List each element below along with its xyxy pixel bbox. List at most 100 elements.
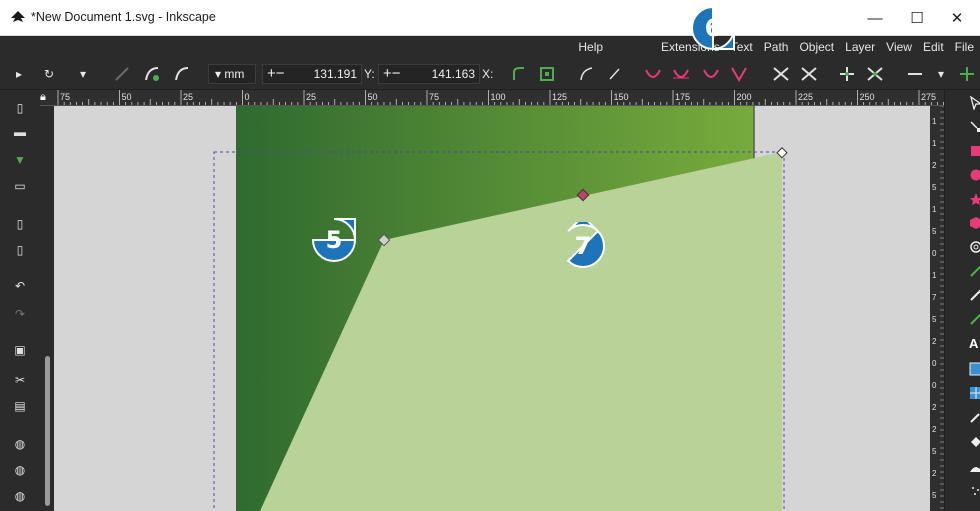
gradient-icon[interactable] (969, 362, 980, 376)
vertical-ruler-label: 2 (932, 337, 937, 346)
menu-bar: File Edit View Layer Object Path Text Ex… (0, 36, 980, 58)
unit-select[interactable]: ▾ mm (208, 64, 256, 84)
y-label: Y: (364, 67, 375, 81)
spiral-icon[interactable] (969, 240, 980, 254)
ruler-lock-icon[interactable]: 🔒︎ (40, 91, 52, 105)
vertical-ruler-label: 5 (932, 315, 937, 324)
vertical-ruler-label: 2 (932, 469, 937, 478)
import-icon[interactable]: ▯ (12, 216, 28, 232)
ruler-label: 100 (491, 92, 506, 102)
tweak-icon[interactable] (969, 460, 980, 474)
join-segment-icon[interactable] (904, 64, 926, 84)
calligraphy-icon[interactable] (969, 312, 980, 326)
menu-help[interactable]: Help (574, 36, 607, 58)
ruler-label: 50 (368, 92, 378, 102)
box3d-icon[interactable] (969, 216, 980, 230)
y-stepper-icon[interactable]: +− (267, 65, 285, 82)
y-value: 131.191 (313, 67, 357, 81)
text-icon[interactable]: A (969, 336, 980, 351)
vertical-scrollbar[interactable] (42, 106, 54, 511)
ruler-label: 200 (737, 92, 752, 102)
expand-icon[interactable]: ▸ (8, 64, 30, 84)
cut-icon[interactable]: ✂ (12, 372, 28, 388)
node-join-icon[interactable] (142, 64, 164, 84)
menu-object[interactable]: Object (795, 36, 838, 58)
ruler-label: 75 (60, 92, 70, 102)
ruler-label: 25 (183, 92, 193, 102)
menu-view[interactable]: View (882, 36, 916, 58)
zoom-page-icon[interactable]: ◍ (12, 488, 28, 504)
save-icon[interactable]: ▼ (12, 152, 28, 168)
stroke-to-path-icon[interactable] (536, 64, 558, 84)
zoom-selection-icon[interactable]: ◍ (12, 436, 28, 452)
ruler-label: 50 (122, 92, 132, 102)
callout-6-number: 6 (704, 14, 722, 42)
node-cusp-icon[interactable] (642, 64, 664, 84)
x-coordinate-input[interactable]: +− 141.163 (378, 64, 480, 84)
callout-7: 7 (559, 214, 607, 270)
dropdown-chevron-icon[interactable]: ▾ (72, 64, 94, 84)
copy-icon[interactable]: ▣ (12, 342, 28, 358)
redo-icon[interactable]: ↷ (12, 306, 28, 322)
title-bar: *New Document 1.svg - Inkscape — ☐ ✕ (0, 0, 980, 36)
node-symmetric-icon[interactable] (700, 64, 722, 84)
vertical-ruler-label: 5 (932, 447, 937, 456)
add-nodes-icon[interactable] (770, 64, 792, 84)
pen-icon[interactable] (969, 288, 980, 302)
pencil-icon[interactable] (969, 264, 980, 278)
window-title: *New Document 1.svg - Inkscape (31, 10, 216, 24)
zoom-drawing-icon[interactable]: ◍ (12, 462, 28, 478)
vertical-ruler-label: 2 (932, 403, 937, 412)
undo-icon[interactable]: ↶ (12, 278, 28, 294)
ruler-label: 150 (614, 92, 629, 102)
node-break-icon[interactable] (172, 64, 194, 84)
delete-nodes-icon[interactable] (798, 64, 820, 84)
ruler-label: 225 (798, 92, 813, 102)
paint-bucket-icon[interactable] (969, 434, 980, 448)
x-stepper-icon[interactable]: +− (383, 65, 401, 82)
drawing (213, 106, 788, 511)
node-auto-smooth-icon[interactable] (728, 64, 750, 84)
vertical-ruler-ticks: 1 1 2 5 1 5 0 1 7 5 2 0 0 2 2 5 2 5 (932, 106, 944, 509)
node-insert-icon[interactable] (112, 64, 134, 84)
object-to-path-icon[interactable] (508, 64, 530, 84)
print-icon[interactable]: ▭ (12, 178, 28, 194)
menu-path[interactable]: Path (760, 36, 793, 58)
rectangle-icon[interactable] (969, 144, 980, 158)
node-smooth-icon[interactable] (670, 64, 692, 84)
callout-6: 6 (689, 4, 737, 52)
menu-layer[interactable]: Layer (841, 36, 879, 58)
canvas[interactable] (54, 106, 930, 511)
spray-icon[interactable] (969, 484, 980, 498)
export-icon[interactable]: ▯ (12, 242, 28, 258)
dropper-icon[interactable] (969, 410, 980, 424)
open-icon[interactable]: ▬ (12, 124, 28, 140)
segment-curve-icon[interactable] (576, 64, 598, 84)
scrollbar-thumb[interactable] (45, 356, 50, 506)
rotate-icon[interactable]: ↻ (38, 64, 60, 84)
menu-edit[interactable]: Edit (919, 36, 948, 58)
minimize-button[interactable]: — (852, 0, 898, 36)
close-button[interactable]: ✕ (934, 0, 980, 36)
node-icon[interactable] (969, 120, 980, 134)
circle-icon[interactable] (969, 168, 980, 182)
join-nodes-icon[interactable] (836, 64, 858, 84)
new-document-icon[interactable]: ▯ (12, 100, 28, 116)
star-icon[interactable] (969, 192, 980, 206)
menu-file[interactable]: File (951, 36, 978, 58)
x-label: X: (482, 67, 494, 81)
toolbox: A (944, 90, 980, 511)
selector-icon[interactable] (969, 96, 980, 110)
y-coordinate-input[interactable]: +− 131.191 (262, 64, 362, 84)
mesh-icon[interactable] (969, 386, 980, 400)
break-path-icon[interactable] (864, 64, 886, 84)
ruler-label: 175 (675, 92, 690, 102)
vertical-ruler-label: 5 (932, 183, 937, 192)
vertical-ruler-label: 0 (932, 359, 937, 368)
segment-line-icon[interactable] (604, 64, 626, 84)
delete-segment-icon[interactable] (956, 64, 978, 84)
ruler-label: 125 (552, 92, 567, 102)
overflow-chevron-icon[interactable]: ▾ (934, 64, 948, 84)
paste-icon[interactable]: ▤ (12, 398, 28, 414)
horizontal-ruler: 75 50 25 0 25 50 75 100 125 150 175 200 225 250 275 🔒︎ (40, 90, 944, 106)
